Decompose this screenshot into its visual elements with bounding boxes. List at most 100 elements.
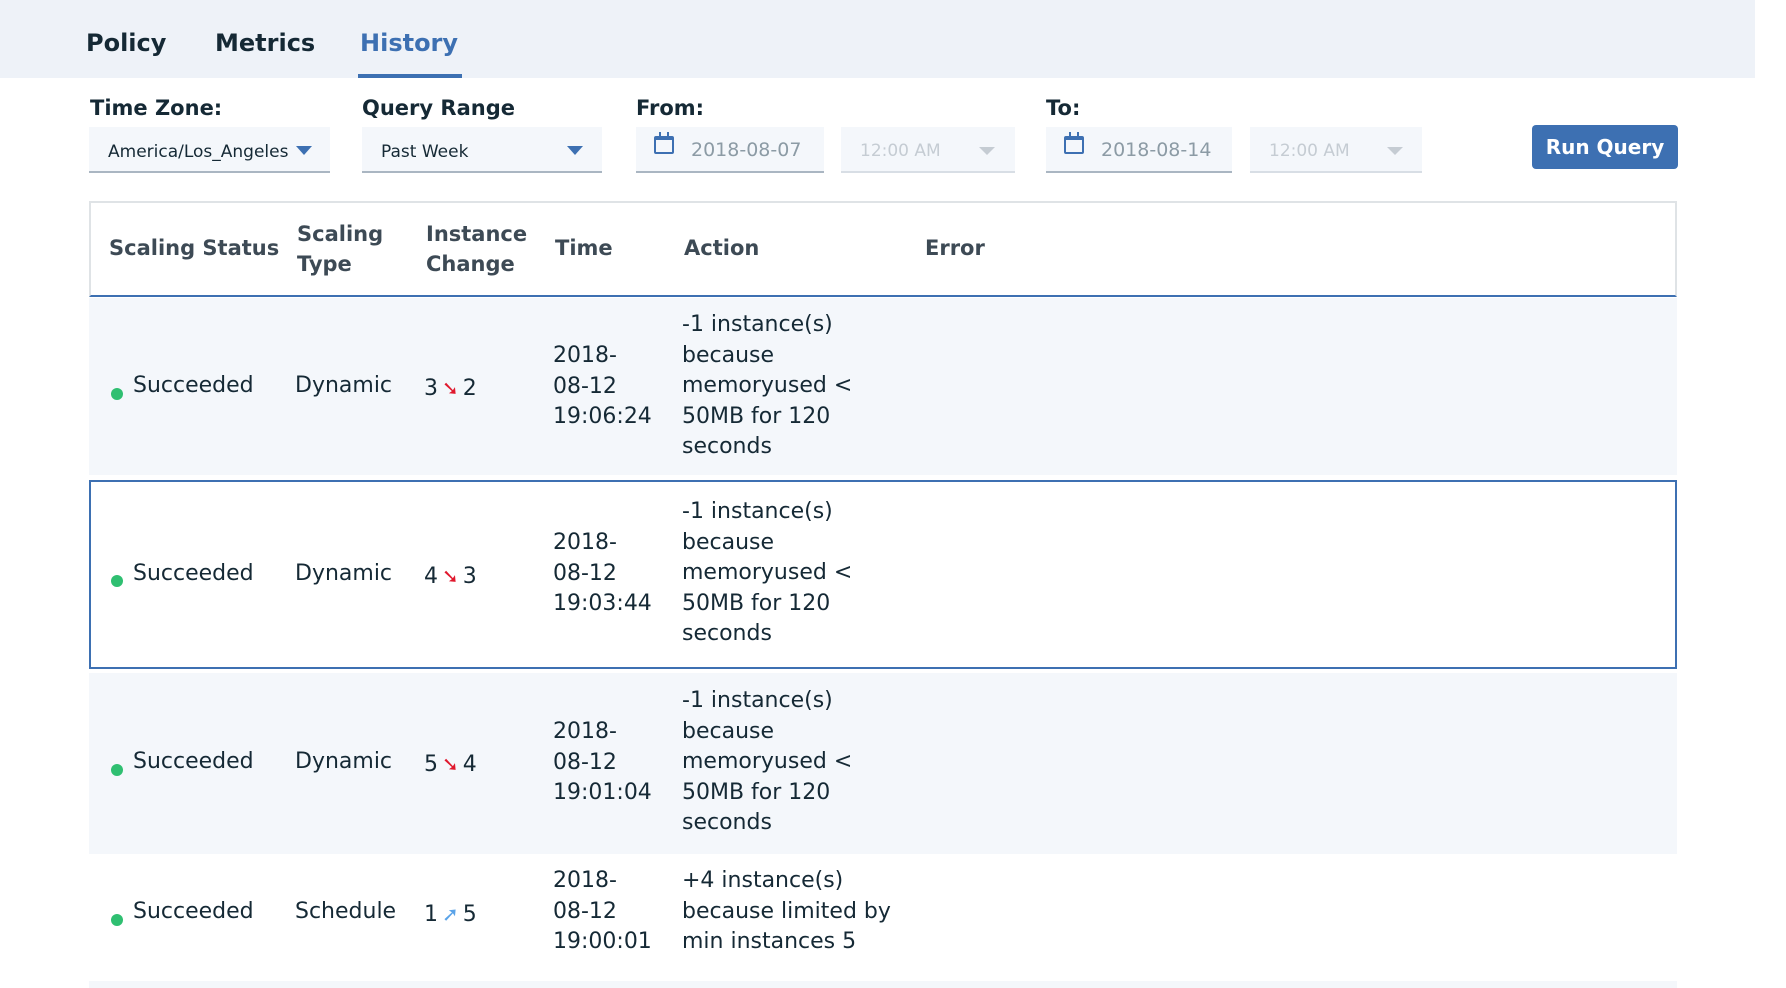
table-row[interactable]: Succeeded Schedule 1 ➚ 5 2018- 08-12 19:00… <box>89 854 1677 981</box>
chevron-down-icon <box>979 147 995 155</box>
header-scaling-status: Scaling Status <box>109 236 280 260</box>
query-range-select[interactable]: Past Week <box>362 127 602 173</box>
action-line: seconds <box>682 621 772 646</box>
tab-bar: Policy Metrics History <box>0 0 1755 78</box>
header-action: Action <box>684 236 760 260</box>
time-zone-select[interactable]: America/Los_Angeles <box>89 127 330 173</box>
status-dot-icon <box>111 388 123 400</box>
time-line: 2018- <box>553 868 617 893</box>
time-line: 19:03:44 <box>553 591 652 616</box>
instance-change: 4 ➘ 3 <box>424 561 477 593</box>
query-range-value: Past Week <box>381 142 469 162</box>
header-instance-change-line2: Change <box>426 252 515 276</box>
from-date-value: 2018-08-07 <box>691 139 802 161</box>
action-line: because <box>682 529 775 555</box>
chevron-down-icon <box>567 146 583 155</box>
calendar-icon <box>1064 132 1084 154</box>
instance-change: 5 ➘ 4 <box>424 749 477 781</box>
arrow-down-right-icon: ➘ <box>442 564 459 588</box>
action-cell: +4 instance(s) because limited by min in… <box>682 866 891 958</box>
action-line: -1 instance(s) <box>682 688 833 713</box>
instance-change: 1 ➚ 5 <box>424 899 477 931</box>
time-line: 19:01:04 <box>553 780 652 805</box>
instance-from: 3 <box>424 376 438 401</box>
header-scaling-type-line2: Type <box>297 252 352 276</box>
header-time: Time <box>555 236 613 260</box>
table-row[interactable]: Succeeded Dynamic 3 ➘ 2 2018- 08-12 19:06:… <box>89 298 1677 475</box>
action-line: +4 instance(s) <box>682 868 844 893</box>
instance-to: 4 <box>462 752 477 777</box>
action-line: seconds <box>682 434 772 459</box>
arrow-up-right-icon: ➚ <box>442 902 459 926</box>
action-line: 50MB for 120 <box>682 779 831 805</box>
action-line: -1 instance(s) <box>682 499 833 524</box>
table-row <box>89 981 1677 988</box>
chevron-down-icon <box>1387 147 1403 155</box>
time-line: 2018- <box>553 530 617 555</box>
table-row[interactable]: Succeeded Dynamic 4 ➘ 3 2018- 08-12 19:03:… <box>89 480 1677 669</box>
header-error: Error <box>925 236 985 260</box>
action-line: 50MB for 120 <box>682 403 831 429</box>
from-date-field[interactable]: 2018-08-07 <box>636 127 824 173</box>
action-line: memoryused < <box>682 749 853 774</box>
scaling-status: Succeeded <box>133 561 254 586</box>
time-cell: 2018- 08-12 19:06:24 <box>553 341 652 433</box>
instance-change: 3 ➘ 2 <box>424 373 477 405</box>
run-query-button[interactable]: Run Query <box>1532 125 1678 169</box>
action-cell: -1 instance(s) because memoryused < 50MB… <box>682 310 852 463</box>
action-line: 50MB for 120 <box>682 590 831 616</box>
action-cell: -1 instance(s) because memoryused < 50MB… <box>682 686 852 839</box>
instance-from: 5 <box>424 752 438 777</box>
instance-to: 5 <box>462 902 477 927</box>
tab-policy[interactable]: Policy <box>86 29 166 78</box>
time-line: 08-12 <box>553 749 617 775</box>
query-range-label: Query Range <box>362 96 515 120</box>
header-scaling-type-line1: Scaling <box>297 222 384 246</box>
table-header: Scaling Status Scaling Type Instance Cha… <box>89 201 1677 297</box>
time-cell: 2018- 08-12 19:03:44 <box>553 528 652 620</box>
tab-history[interactable]: History <box>357 29 463 78</box>
header-instance-change: Instance Change <box>426 219 527 279</box>
from-time-select[interactable]: 12:00 AM <box>841 127 1015 173</box>
to-time-select[interactable]: 12:00 AM <box>1250 127 1422 173</box>
action-line: seconds <box>682 810 772 835</box>
tab-metrics[interactable]: Metrics <box>215 29 315 78</box>
scaling-type: Dynamic <box>295 749 393 774</box>
scaling-status: Succeeded <box>133 373 254 398</box>
from-label: From: <box>636 96 705 120</box>
instance-from: 4 <box>424 564 438 589</box>
time-zone-value: America/Los_Angeles <box>108 142 289 162</box>
time-line: 08-12 <box>553 560 617 586</box>
time-line: 2018- <box>553 343 617 368</box>
to-label: To: <box>1046 96 1081 120</box>
time-line: 19:00:01 <box>553 929 652 954</box>
instance-to: 3 <box>462 564 477 589</box>
header-scaling-type: Scaling Type <box>297 219 383 279</box>
time-line: 19:06:24 <box>553 404 652 429</box>
time-cell: 2018- 08-12 19:00:01 <box>553 866 652 958</box>
status-dot-icon <box>111 575 123 587</box>
arrow-down-right-icon: ➘ <box>442 752 459 776</box>
time-zone-label: Time Zone: <box>90 96 223 120</box>
status-dot-icon <box>111 764 123 776</box>
instance-to: 2 <box>462 376 477 401</box>
action-line: because <box>682 342 775 368</box>
action-line: memoryused < <box>682 560 853 585</box>
header-instance-change-line1: Instance <box>426 222 528 246</box>
action-line: min instances 5 <box>682 929 857 954</box>
table-row[interactable]: Succeeded Dynamic 5 ➘ 4 2018- 08-12 19:01:… <box>89 673 1677 854</box>
to-date-field[interactable]: 2018-08-14 <box>1046 127 1232 173</box>
action-line: memoryused < <box>682 373 853 398</box>
status-dot-icon <box>111 914 123 926</box>
action-line: because limited by <box>682 898 891 924</box>
to-time-value: 12:00 AM <box>1269 141 1350 161</box>
time-line: 2018- <box>553 719 617 744</box>
scaling-type: Schedule <box>295 899 397 924</box>
time-cell: 2018- 08-12 19:01:04 <box>553 717 652 809</box>
calendar-icon <box>654 132 674 154</box>
scaling-status: Succeeded <box>133 749 254 774</box>
scaling-type: Dynamic <box>295 561 393 586</box>
arrow-down-right-icon: ➘ <box>442 376 459 400</box>
from-time-value: 12:00 AM <box>860 141 941 161</box>
action-cell: -1 instance(s) because memoryused < 50MB… <box>682 497 852 650</box>
